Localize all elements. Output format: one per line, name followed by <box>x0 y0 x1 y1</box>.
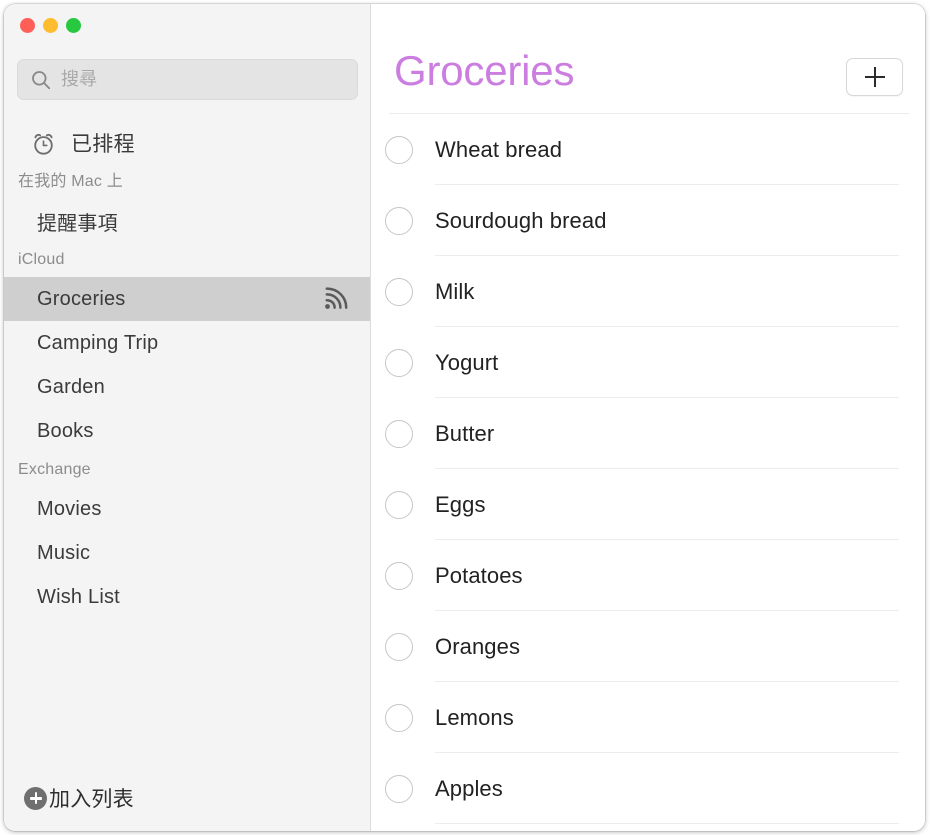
sidebar-item-label: 已排程 <box>71 133 135 156</box>
add-reminder-button[interactable] <box>846 58 903 96</box>
add-list-label: 加入列表 <box>49 788 134 811</box>
reminder-label[interactable]: Apples <box>435 776 503 802</box>
sidebar-item-label: Camping Trip <box>37 331 159 354</box>
sidebar-item-label: Music <box>37 541 91 564</box>
reminder-checkbox[interactable] <box>385 277 413 306</box>
reminder-row[interactable]: Sourdough bread <box>371 185 925 256</box>
window-controls <box>20 18 81 33</box>
sidebar-item-music[interactable]: Music <box>4 531 370 575</box>
reminder-checkbox[interactable] <box>385 774 413 803</box>
sidebar-item-label: Groceries <box>37 287 126 310</box>
reminder-label[interactable]: Sourdough bread <box>435 208 607 234</box>
sidebar-item-wish-list[interactable]: Wish List <box>4 575 370 619</box>
reminder-label[interactable]: Wheat bread <box>435 137 562 163</box>
sidebar-section-header-exchange: Exchange <box>18 461 91 478</box>
page-title: Groceries <box>394 47 575 94</box>
sidebar-item-reminders[interactable]: 提醒事項 <box>4 199 370 243</box>
reminder-label[interactable]: Butter <box>435 421 494 447</box>
content-pane: Groceries Wheat bread Sourdough bread Mi… <box>371 4 925 831</box>
search-field[interactable] <box>17 59 358 100</box>
reminder-checkbox[interactable] <box>385 561 413 590</box>
reminder-row[interactable]: Yogurt <box>371 327 925 398</box>
reminder-label[interactable]: Potatoes <box>435 563 523 589</box>
reminder-label[interactable]: Lemons <box>435 705 514 731</box>
sidebar-item-label: Movies <box>37 497 102 520</box>
reminder-checkbox[interactable] <box>385 206 413 235</box>
sidebar-item-scheduled[interactable]: 已排程 <box>4 121 370 165</box>
sidebar-item-label: Wish List <box>37 585 120 608</box>
reminder-row[interactable]: Wheat bread <box>371 114 925 185</box>
plus-circle-icon <box>24 786 47 810</box>
sidebar-item-camping-trip[interactable]: Camping Trip <box>4 321 370 365</box>
sidebar-section-header-icloud: iCloud <box>18 251 65 268</box>
sidebar-item-label: 提醒事項 <box>37 212 118 235</box>
reminder-label[interactable]: Eggs <box>435 492 486 518</box>
search-container <box>17 59 358 100</box>
sidebar-item-label: Garden <box>37 375 105 398</box>
reminder-checkbox[interactable] <box>385 632 413 661</box>
reminder-row[interactable]: Butter <box>371 398 925 469</box>
minimize-button[interactable] <box>43 18 58 33</box>
reminder-row[interactable]: Oranges <box>371 611 925 682</box>
content-header: Groceries <box>371 4 925 114</box>
reminder-checkbox[interactable] <box>385 348 413 377</box>
zoom-button[interactable] <box>66 18 81 33</box>
plus-icon <box>864 67 885 87</box>
row-divider <box>435 823 899 824</box>
sidebar-section-header-on-my-mac: 在我的 Mac 上 <box>18 173 123 190</box>
sidebar-item-garden[interactable]: Garden <box>4 365 370 409</box>
sidebar-item-groceries[interactable]: Groceries <box>4 277 370 321</box>
sidebar-item-label: Books <box>37 419 94 442</box>
reminder-row[interactable]: Eggs <box>371 469 925 540</box>
reminder-label[interactable]: Yogurt <box>435 350 498 376</box>
shared-list-icon <box>325 287 348 309</box>
reminder-checkbox[interactable] <box>385 703 413 732</box>
close-button[interactable] <box>20 18 35 33</box>
reminders-list[interactable]: Wheat bread Sourdough bread Milk Yogurt <box>371 114 925 831</box>
reminders-window: 已排程 在我的 Mac 上 提醒事項 iCloud Groceries Camp… <box>4 4 925 831</box>
reminder-row[interactable]: Lemons <box>371 682 925 753</box>
reminder-checkbox[interactable] <box>385 419 413 448</box>
reminder-row[interactable]: Apples <box>371 753 925 824</box>
search-input[interactable] <box>61 69 321 90</box>
sidebar-scroll-area[interactable]: 已排程 在我的 Mac 上 提醒事項 iCloud Groceries Camp… <box>4 121 370 769</box>
sidebar: 已排程 在我的 Mac 上 提醒事項 iCloud Groceries Camp… <box>4 4 371 831</box>
sidebar-item-books[interactable]: Books <box>4 409 370 453</box>
alarm-clock-icon <box>34 133 53 155</box>
reminder-label[interactable]: Oranges <box>435 634 520 660</box>
search-icon <box>32 70 51 89</box>
reminder-row[interactable]: Potatoes <box>371 540 925 611</box>
reminder-checkbox[interactable] <box>385 135 413 164</box>
reminder-checkbox[interactable] <box>385 490 413 519</box>
reminder-row[interactable]: Milk <box>371 256 925 327</box>
sidebar-item-movies[interactable]: Movies <box>4 487 370 531</box>
add-list-button[interactable]: 加入列表 <box>24 783 134 813</box>
reminder-label[interactable]: Milk <box>435 279 475 305</box>
